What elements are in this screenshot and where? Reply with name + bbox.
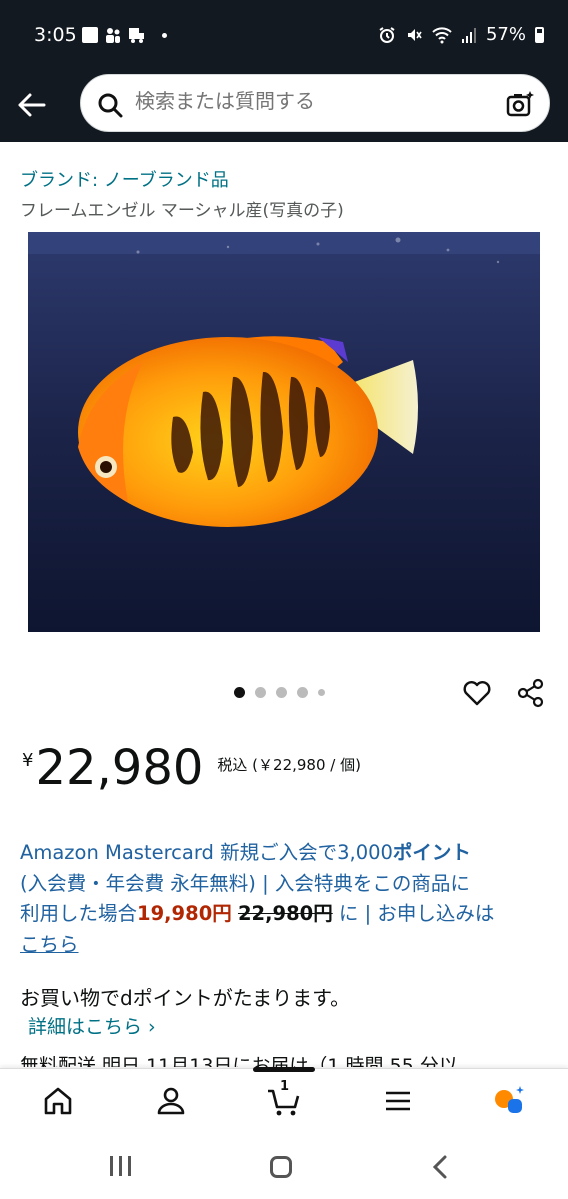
promo-line-3: 利用した場合19,980円 22,980円 に | お申し込みは xyxy=(20,902,495,925)
share-icon[interactable] xyxy=(516,678,546,708)
notification-icons xyxy=(82,26,167,44)
status-time: 3:05 xyxy=(34,24,77,46)
rufus-assistant-icon[interactable] xyxy=(492,1083,528,1119)
currency-symbol: ¥ xyxy=(22,750,34,771)
wifi-icon xyxy=(432,26,452,43)
promo-line-1: Amazon Mastercard 新規ご入会で3,000ポイント xyxy=(20,841,471,864)
system-nav-bar xyxy=(0,1134,568,1199)
dpoint-text: お買い物でdポイントがたまります。 xyxy=(20,986,351,1010)
mastercard-promo[interactable]: Amazon Mastercard 新規ご入会で3,000ポイント (入会費・年… xyxy=(20,838,550,960)
status-bar: 3:05 57% xyxy=(0,0,568,70)
carousel-dot[interactable] xyxy=(276,687,287,698)
mute-icon xyxy=(407,28,422,41)
people-icon xyxy=(106,28,120,43)
alarm-icon xyxy=(379,26,395,43)
home-icon[interactable] xyxy=(40,1083,76,1119)
carousel-dot[interactable] xyxy=(297,687,308,698)
bottom-nav: 1 xyxy=(0,1067,568,1134)
carousel-dot[interactable] xyxy=(318,689,325,696)
cart-count: 1 xyxy=(280,1079,290,1094)
carousel-dot[interactable] xyxy=(255,687,266,698)
carousel-dot[interactable] xyxy=(234,687,245,698)
price-block: ¥ 22,980 税込 (￥22,980 / 個) xyxy=(22,740,361,796)
signal-icon xyxy=(461,27,476,43)
price-value: 22,980 xyxy=(35,740,204,796)
search-input[interactable] xyxy=(135,89,475,113)
app-header xyxy=(0,70,568,142)
delivery-icon xyxy=(129,28,144,43)
battery-icon xyxy=(535,26,544,43)
battery-percent: 57% xyxy=(485,24,526,45)
notification-square-icon xyxy=(82,27,98,43)
promo-apply-link[interactable]: こちら xyxy=(20,933,79,956)
delivery-info: 無料配送 明日 11月13日にお届け（1 時間 55 分以 xyxy=(20,1055,458,1067)
status-right: 57% xyxy=(378,24,544,45)
product-title: フレームエンゼル マーシャル産(写真の子) xyxy=(20,201,344,221)
more-notifications-icon xyxy=(162,32,167,38)
recents-button[interactable] xyxy=(110,1156,136,1180)
camera-search-icon[interactable] xyxy=(505,89,535,119)
product-image-fish[interactable] xyxy=(28,232,540,632)
home-button[interactable] xyxy=(270,1156,292,1178)
menu-icon[interactable] xyxy=(380,1083,416,1119)
tax-note: 税込 (￥22,980 / 個) xyxy=(217,756,361,774)
image-carousel-dots xyxy=(234,687,325,698)
active-tab-indicator xyxy=(253,1067,315,1072)
search-icon xyxy=(98,93,123,118)
search-bar[interactable] xyxy=(80,74,550,132)
back-arrow-icon[interactable] xyxy=(14,88,48,122)
cart-button[interactable]: 1 xyxy=(266,1079,302,1119)
system-back-icon[interactable] xyxy=(428,1154,454,1180)
brand-link[interactable]: ブランド: ノーブランド品 xyxy=(20,166,229,192)
account-icon[interactable] xyxy=(153,1083,189,1119)
heart-icon[interactable] xyxy=(462,678,492,708)
promo-line-2: (入会費・年会費 永年無料) | 入会特典をこの商品に xyxy=(20,871,470,895)
dpoint-detail-link[interactable]: 詳細はこちら › xyxy=(28,1012,156,1039)
